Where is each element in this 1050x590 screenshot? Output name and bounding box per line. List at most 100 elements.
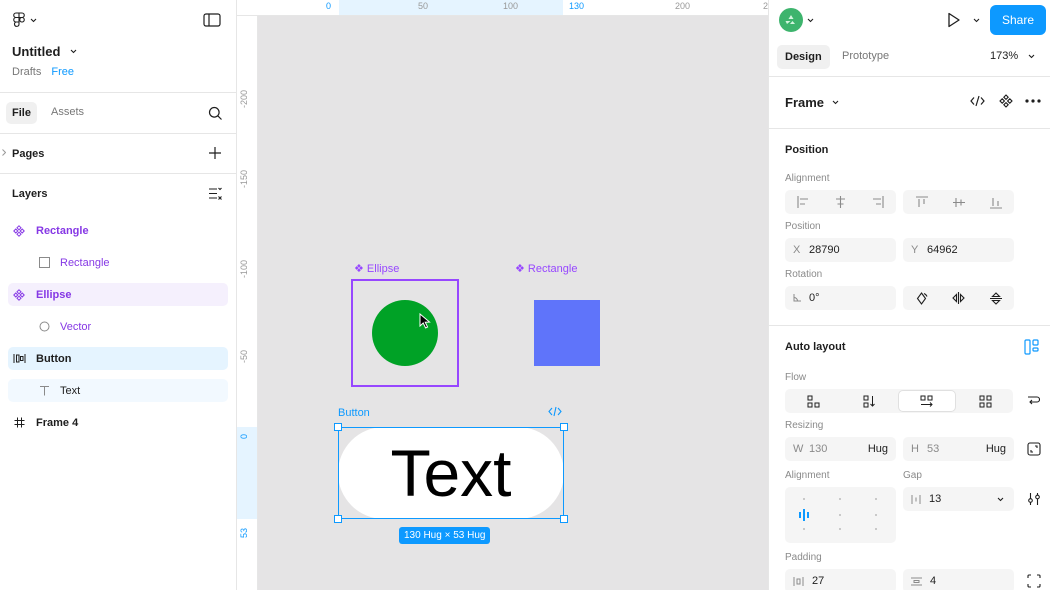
rotate-button[interactable] [903,286,940,310]
rectangle-component-label[interactable]: ❖ Rectangle [515,262,577,275]
align-left-button[interactable] [785,190,822,214]
resize-handle[interactable] [334,515,342,523]
alignment-grid[interactable] [785,487,896,543]
recycle-icon [785,15,795,24]
auto-layout-section-title: Auto layout [785,341,846,353]
user-avatar-button[interactable] [779,8,814,32]
flip-vertical-button[interactable] [977,286,1014,310]
rectangle-shape[interactable] [534,300,600,366]
button-frame-label[interactable]: Button [338,407,370,419]
component-icon [11,287,27,303]
x-position-field[interactable]: X 28790 [785,238,896,262]
add-page-button[interactable] [208,146,222,160]
tab-file[interactable]: File [6,102,37,124]
flow-grid-button[interactable] [957,389,1013,413]
left-panel: Untitled Drafts Free File Assets Pages L… [0,0,237,590]
horizontal-padding-field[interactable]: 27 [785,569,896,590]
layer-name: Button [36,352,72,365]
height-mode-dropdown[interactable]: Hug [986,443,1006,455]
search-button[interactable] [208,106,223,121]
zoom-dropdown[interactable]: 173% [990,50,1035,62]
alignment-grid-label: Alignment [785,470,830,481]
rotation-field[interactable]: 0° [785,286,896,310]
ellipse-component-label[interactable]: ❖ Ellipse [354,262,399,275]
ruler-top: 0 50 100 130 200 2 [237,0,768,16]
horizontal-padding-icon [793,576,804,586]
present-options-button[interactable] [973,18,980,23]
align-center-h-button[interactable] [822,190,859,214]
wrap-button[interactable] [1027,394,1040,407]
vertical-padding-field[interactable]: 4 [903,569,1014,590]
layer-item[interactable]: Vector [8,315,228,338]
position-section-title: Position [785,144,829,156]
advanced-layout-button[interactable] [1027,492,1041,506]
chevron-down-icon [973,18,980,23]
align-top-button[interactable] [903,190,940,214]
align-left-icon [797,196,808,208]
tab-prototype[interactable]: Prototype [842,50,889,62]
layer-name: Frame 4 [36,416,79,429]
resize-handle[interactable] [560,423,568,431]
layer-item[interactable]: Text [8,379,228,402]
layer-item[interactable]: Rectangle [8,219,228,242]
chevron-right-icon[interactable] [2,149,6,156]
button-frame[interactable]: Text [334,423,568,523]
layer-item[interactable]: Ellipse [8,283,228,306]
rotate-90-icon [916,291,928,305]
code-icon [970,95,985,107]
individual-padding-icon [1027,574,1041,588]
layer-item[interactable]: Rectangle [8,251,228,274]
alignment-label: Alignment [785,173,830,184]
file-title-button[interactable]: Untitled [12,44,77,59]
resize-handle[interactable] [560,515,568,523]
align-top-icon [915,195,928,207]
share-button[interactable]: Share [990,5,1046,35]
align-right-button[interactable] [859,190,896,214]
freeform-icon [807,395,819,407]
rectangle-icon [36,255,52,271]
create-component-button[interactable] [999,94,1013,108]
more-options-button[interactable] [1025,99,1041,103]
file-location[interactable]: Drafts [12,66,41,78]
plan-badge[interactable]: Free [51,66,74,78]
layer-name: Rectangle [36,224,89,237]
align-bottom-button[interactable] [977,190,1014,214]
dev-mode-button[interactable] [970,95,985,107]
width-mode-dropdown[interactable]: Hug [868,443,888,455]
chevron-down-icon [997,497,1004,501]
width-field[interactable]: W 130 Hug [785,437,896,461]
toggle-sidebar-button[interactable] [203,13,221,27]
pages-header[interactable]: Pages [12,148,44,160]
flip-horizontal-button[interactable] [940,286,977,310]
flip-horizontal-icon [952,292,965,304]
dev-code-button[interactable] [548,406,562,417]
ellipse-shape[interactable] [372,300,438,366]
gap-field[interactable]: 13 [903,487,1014,511]
chevron-down-icon [71,49,77,54]
flow-freeform-button[interactable] [785,389,841,413]
ellipse-component[interactable] [351,279,459,387]
tab-assets[interactable]: Assets [51,106,84,118]
frame-type-dropdown[interactable]: Frame [785,95,839,110]
align-middle-button[interactable] [940,190,977,214]
y-position-field[interactable]: Y 64962 [903,238,1014,262]
present-button[interactable] [947,12,961,28]
tab-design[interactable]: Design [777,45,830,69]
resizing-label: Resizing [785,420,824,431]
individual-padding-button[interactable] [1027,574,1041,588]
padding-label: Padding [785,552,822,563]
vertical-alignment-group [903,190,1014,214]
main-menu-button[interactable] [12,12,37,28]
text-icon [36,383,52,399]
height-field[interactable]: H 53 Hug [903,437,1014,461]
resize-to-fit-button[interactable] [1027,442,1041,456]
layer-item[interactable]: Frame 4 [8,411,228,434]
rotation-icon [793,294,801,302]
auto-layout-settings-button[interactable] [1023,338,1041,356]
collapse-layers-button[interactable] [208,187,223,200]
resize-handle[interactable] [334,423,342,431]
flow-horizontal-button[interactable] [898,390,956,412]
canvas[interactable]: 0 50 100 130 200 2 -200 -150 -100 -50 0 … [237,0,768,590]
layer-item[interactable]: Button [8,347,228,370]
flow-vertical-button[interactable] [841,389,897,413]
